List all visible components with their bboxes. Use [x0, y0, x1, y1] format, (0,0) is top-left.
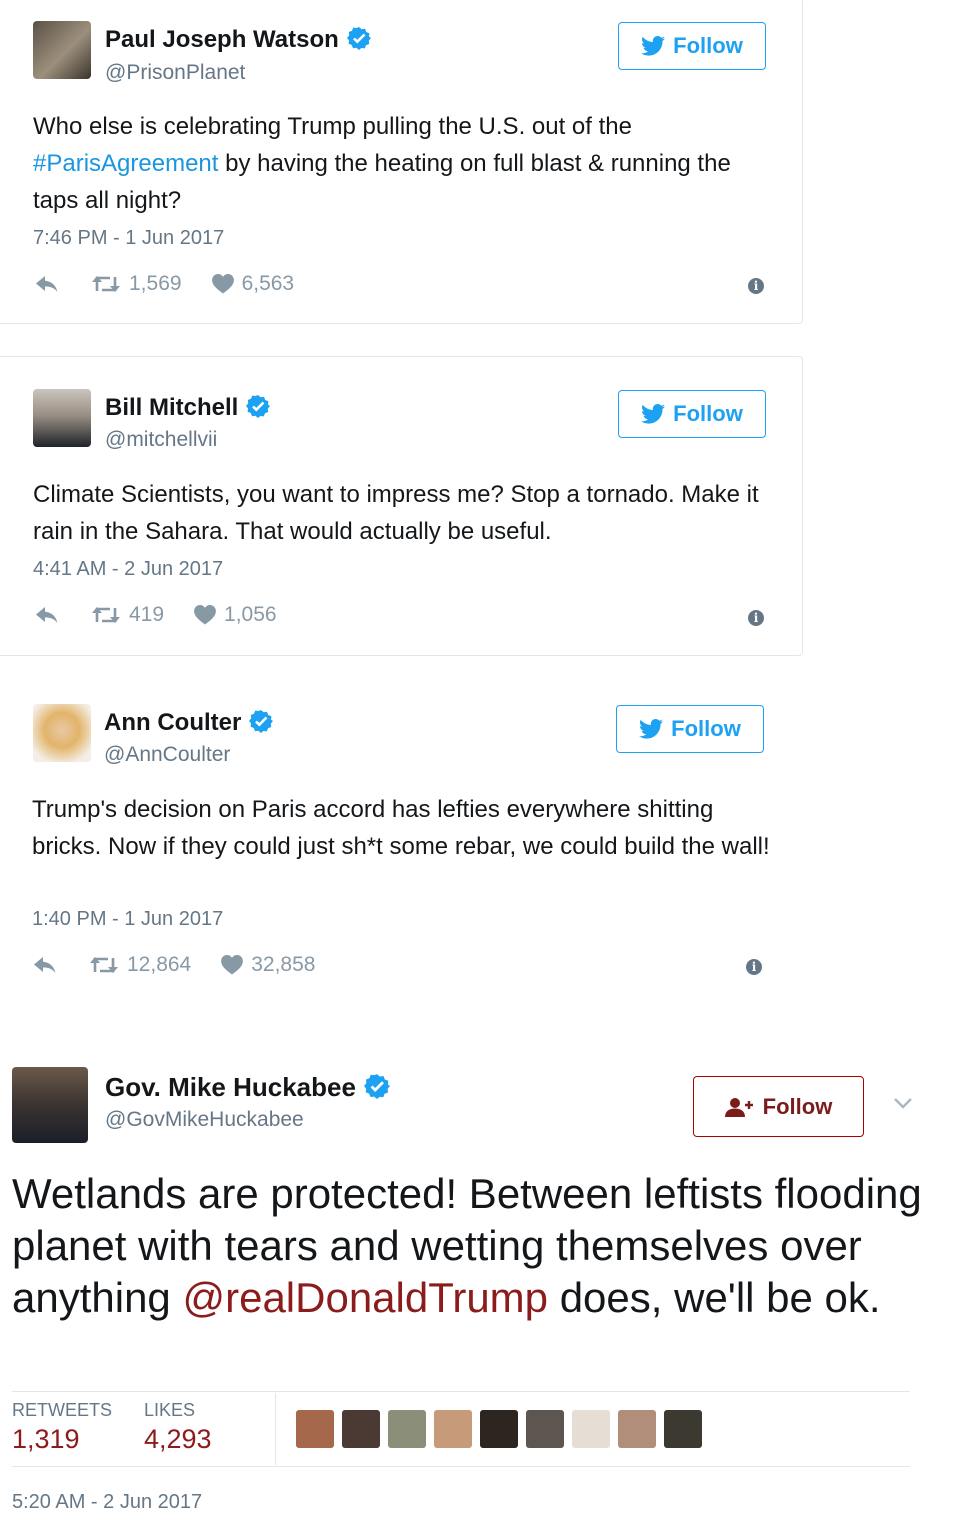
- divider: [275, 1393, 276, 1465]
- mention-link[interactable]: @realDonaldTrump: [182, 1274, 548, 1321]
- author-handle[interactable]: @mitchellvii: [105, 428, 217, 452]
- liker-avatar[interactable]: [572, 1410, 610, 1448]
- avatar-watson[interactable]: [33, 21, 91, 79]
- like-count: 6,563: [241, 272, 295, 295]
- reply-button[interactable]: [35, 605, 59, 625]
- reply-button[interactable]: [35, 274, 59, 294]
- liker-avatar[interactable]: [296, 1410, 334, 1448]
- divider: [12, 1391, 910, 1392]
- tweet-text: Trump's decision on Paris accord has lef…: [32, 796, 770, 860]
- retweet-icon: [91, 605, 121, 625]
- follow-label: Follow: [673, 33, 743, 58]
- retweet-button[interactable]: 1,569: [91, 272, 182, 296]
- avatar-huckabee[interactable]: [12, 1067, 88, 1143]
- author-name[interactable]: Paul Joseph Watson: [105, 26, 371, 54]
- like-count: 32,858: [251, 953, 316, 976]
- twitter-bird-icon: [641, 404, 665, 424]
- liker-avatar[interactable]: [388, 1410, 426, 1448]
- reply-button[interactable]: [33, 955, 57, 975]
- tweet-actions: 12,864 32,858: [33, 953, 315, 977]
- likes-label: LIKES: [144, 1400, 196, 1420]
- liker-avatar[interactable]: [618, 1410, 656, 1448]
- retweet-count: 12,864: [127, 953, 192, 976]
- retweet-count: 419: [129, 603, 165, 626]
- retweet-button[interactable]: 419: [91, 603, 164, 627]
- follow-button[interactable]: Follow: [618, 390, 766, 438]
- tweet-text: Wetlands are protected! Between leftists…: [12, 1168, 942, 1324]
- heart-icon: [221, 955, 243, 975]
- retweet-icon: [91, 274, 121, 294]
- heart-icon: [194, 605, 216, 625]
- like-count: 1,056: [224, 603, 277, 626]
- follow-user-icon: [724, 1097, 753, 1117]
- verified-icon: [347, 26, 371, 50]
- tweet-text: Who else is celebrating Trump pulling th…: [33, 108, 773, 219]
- like-button[interactable]: 32,858: [221, 953, 315, 977]
- liker-avatar[interactable]: [664, 1410, 702, 1448]
- reply-icon: [35, 274, 59, 294]
- follow-label: Follow: [671, 716, 741, 741]
- follow-label: Follow: [673, 401, 743, 426]
- retweet-icon: [89, 955, 119, 975]
- author-handle[interactable]: @AnnCoulter: [104, 743, 230, 767]
- twitter-bird-icon: [639, 719, 663, 739]
- retweet-button[interactable]: 12,864: [89, 953, 191, 977]
- reply-icon: [33, 955, 57, 975]
- twitter-bird-icon: [641, 36, 665, 56]
- tweet-text-part: does, we'll be ok.: [548, 1274, 881, 1321]
- liker-avatar[interactable]: [480, 1410, 518, 1448]
- verified-icon: [246, 394, 270, 418]
- avatar-coulter[interactable]: [33, 704, 91, 762]
- like-button[interactable]: 1,056: [194, 603, 277, 627]
- like-button[interactable]: 6,563: [212, 272, 295, 296]
- liker-avatar[interactable]: [342, 1410, 380, 1448]
- author-handle[interactable]: @PrisonPlanet: [105, 61, 245, 85]
- tweet-timestamp[interactable]: 1:40 PM - 1 Jun 2017: [32, 908, 223, 931]
- likes-count[interactable]: 4,293: [144, 1424, 212, 1455]
- verified-icon: [249, 709, 273, 733]
- tweet-actions: 1,569 6,563: [35, 272, 294, 296]
- info-icon[interactable]: i: [748, 610, 764, 626]
- follow-label: Follow: [762, 1093, 833, 1119]
- follow-button[interactable]: Follow: [618, 22, 766, 70]
- retweet-count: 1,569: [129, 272, 182, 295]
- author-name[interactable]: Gov. Mike Huckabee: [105, 1072, 390, 1103]
- retweets-label: RETWEETS: [12, 1400, 113, 1420]
- follow-button[interactable]: Follow: [693, 1076, 864, 1137]
- chevron-down-icon[interactable]: [893, 1097, 913, 1109]
- liker-avatar[interactable]: [434, 1410, 472, 1448]
- avatar-mitchell[interactable]: [33, 389, 91, 447]
- author-name[interactable]: Bill Mitchell: [105, 394, 270, 422]
- follow-button[interactable]: Follow: [616, 705, 764, 753]
- heart-icon: [212, 274, 234, 294]
- reply-icon: [35, 605, 59, 625]
- liker-avatar[interactable]: [526, 1410, 564, 1448]
- tweet-timestamp[interactable]: 4:41 AM - 2 Jun 2017: [33, 558, 223, 581]
- author-handle[interactable]: @GovMikeHuckabee: [105, 1108, 304, 1132]
- info-icon[interactable]: i: [746, 959, 762, 975]
- tweet-text-part: Who else is celebrating Trump pulling th…: [33, 113, 632, 140]
- divider: [12, 1466, 910, 1467]
- tweet-timestamp[interactable]: 5:20 AM - 2 Jun 2017: [12, 1491, 202, 1514]
- tweet-timestamp[interactable]: 7:46 PM - 1 Jun 2017: [33, 227, 224, 250]
- tweet-actions: 419 1,056: [35, 603, 277, 627]
- retweets-count[interactable]: 1,319: [12, 1424, 80, 1455]
- hashtag-link[interactable]: #ParisAgreement: [33, 150, 218, 177]
- info-icon[interactable]: i: [748, 278, 764, 294]
- author-name[interactable]: Ann Coulter: [104, 709, 273, 737]
- tweet-text: Climate Scientists, you want to impress …: [33, 481, 759, 545]
- verified-icon: [364, 1073, 390, 1099]
- liker-avatars: [296, 1410, 702, 1448]
